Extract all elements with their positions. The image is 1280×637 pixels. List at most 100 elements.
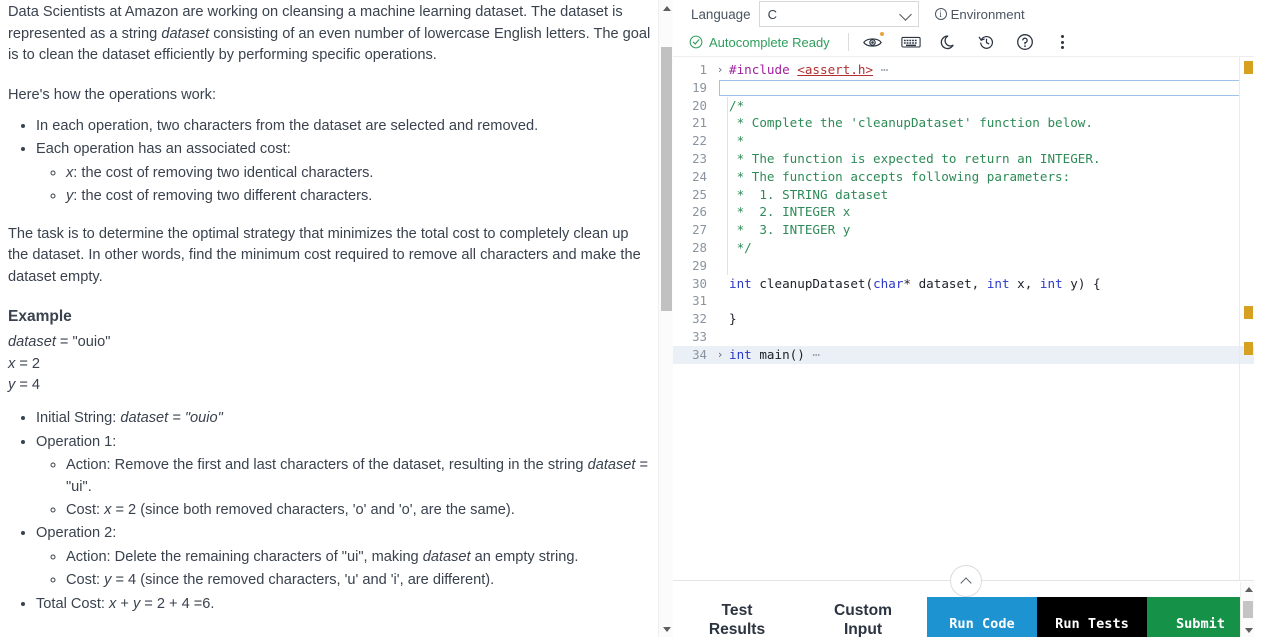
code-editor-panel: Language C i Environment Autocomplete Re… bbox=[673, 0, 1254, 637]
bottom-tab-group: Test Results Custom Input bbox=[674, 597, 926, 637]
tab-custom-input[interactable]: Custom Input bbox=[800, 597, 926, 637]
code-line[interactable]: 27 * 3. INTEGER y bbox=[673, 221, 1254, 239]
code-line[interactable]: 29 bbox=[673, 257, 1254, 275]
code-line[interactable]: 33 bbox=[673, 328, 1254, 346]
op1-cost-post: = 2 (since both removed characters, 'o' … bbox=[111, 501, 515, 518]
autocomplete-status: Autocomplete Ready bbox=[689, 35, 830, 50]
autocomplete-status-label: Autocomplete Ready bbox=[709, 34, 830, 50]
scrollbar-thumb[interactable] bbox=[661, 47, 672, 311]
code-line-text: int cleanupDataset(char* dataset, int x,… bbox=[729, 275, 1101, 291]
code-line-number: 23 bbox=[692, 150, 707, 166]
list-item: y: the cost of removing two different ch… bbox=[66, 186, 651, 207]
code-line[interactable]: 31 bbox=[673, 292, 1254, 310]
code-line[interactable]: 28 */ bbox=[673, 239, 1254, 257]
inline-code-input[interactable] bbox=[719, 79, 1240, 96]
cost-bullet-list: x: the cost of removing two identical ch… bbox=[36, 163, 651, 208]
fold-toggle-icon[interactable]: › bbox=[713, 346, 727, 364]
problem-panel-scrollbar[interactable] bbox=[658, 0, 673, 637]
code-line-text: } bbox=[729, 311, 737, 327]
language-select[interactable]: C bbox=[758, 1, 919, 27]
code-line[interactable]: 20 /* bbox=[673, 97, 1254, 115]
code-line[interactable]: 34 › int main() ⋯ bbox=[673, 345, 1254, 364]
code-line[interactable]: 19 bbox=[673, 79, 1254, 97]
overview-ruler[interactable] bbox=[1240, 57, 1254, 580]
bottom-panel-scrollbar[interactable] bbox=[1240, 582, 1254, 637]
list-item: Cost: x = 2 (since both removed characte… bbox=[66, 500, 651, 521]
list-item: Action: Delete the remaining characters … bbox=[66, 547, 651, 568]
run-tests-button[interactable]: Run Tests bbox=[1037, 597, 1147, 637]
ide-page: Data Scientists at Amazon are working on… bbox=[0, 0, 1280, 637]
scroll-up-arrow-icon[interactable] bbox=[1241, 582, 1256, 596]
code-line[interactable]: 1 › #include <assert.h> ⋯ bbox=[673, 61, 1254, 79]
example-eq-dataset: = "ouio" bbox=[55, 334, 111, 351]
code-line-number: 28 bbox=[692, 239, 707, 255]
example-heading: Example bbox=[8, 308, 72, 326]
help-icon[interactable] bbox=[1015, 32, 1035, 52]
code-line[interactable]: 32} bbox=[673, 310, 1254, 328]
code-line[interactable]: 24 * The function accepts following para… bbox=[673, 168, 1254, 186]
example-steps-list: Initial String: dataset = "ouio" Operati… bbox=[8, 408, 651, 615]
moon-icon[interactable] bbox=[939, 32, 959, 52]
code-line[interactable]: 22 * bbox=[673, 132, 1254, 150]
problem-intro-variable: dataset bbox=[161, 25, 210, 42]
scroll-up-arrow-icon[interactable] bbox=[659, 0, 673, 16]
list-item: Action: Remove the first and last charac… bbox=[66, 455, 651, 498]
problem-intro-paragraph: Data Scientists at Amazon are working on… bbox=[8, 2, 651, 67]
action-button-group: Run Code Run Tests Submit bbox=[927, 597, 1254, 637]
code-line-text: #include <assert.h> ⋯ bbox=[729, 62, 889, 77]
code-line[interactable]: 26 * 2. INTEGER x bbox=[673, 203, 1254, 221]
keyboard-icon[interactable] bbox=[901, 32, 921, 52]
eye-icon[interactable] bbox=[863, 32, 884, 52]
code-line[interactable]: 25 * 1. STRING dataset bbox=[673, 186, 1254, 204]
list-item: Total Cost: x + y = 2 + 4 =6. bbox=[36, 594, 651, 615]
collapse-panel-button[interactable] bbox=[950, 565, 982, 597]
scroll-down-arrow-icon[interactable] bbox=[1241, 623, 1256, 637]
initial-string-label: Initial String: bbox=[36, 410, 121, 427]
kebab-menu-icon[interactable] bbox=[1053, 32, 1073, 52]
code-line-number: 1 bbox=[699, 62, 707, 77]
code-editor-area[interactable]: 1 › #include <assert.h> ⋯ 19 20/* 21 * Comple… bbox=[673, 56, 1254, 580]
ruler-marker[interactable] bbox=[1244, 61, 1253, 74]
language-label: Language bbox=[691, 6, 751, 22]
code-line-text: * bbox=[729, 133, 745, 149]
code-line[interactable]: 30 int cleanupDataset(char* dataset, int … bbox=[673, 275, 1254, 293]
code-line-number: 33 bbox=[692, 328, 707, 344]
submit-button[interactable]: Submit bbox=[1147, 597, 1254, 637]
run-code-button[interactable]: Run Code bbox=[927, 597, 1037, 637]
list-item: In each operation, two characters from t… bbox=[36, 116, 651, 137]
operations-bullet-list: In each operation, two characters from t… bbox=[8, 116, 651, 208]
ruler-marker[interactable] bbox=[1244, 306, 1253, 319]
chevron-down-icon bbox=[898, 8, 912, 21]
code-line[interactable]: 21 * Complete the 'cleanupDataset' funct… bbox=[673, 114, 1254, 132]
code-line-text: * The function accepts following paramet… bbox=[729, 168, 1071, 184]
scrollbar-thumb[interactable] bbox=[1243, 601, 1253, 618]
editor-bottom-bar: Test Results Custom Input Run Code Run T… bbox=[673, 565, 1254, 637]
ruler-marker[interactable] bbox=[1244, 342, 1253, 355]
code-line[interactable]: 23 * The function is expected to return … bbox=[673, 150, 1254, 168]
operation-bullet-text: In each operation, two characters from t… bbox=[36, 118, 539, 134]
toolbar-icon-group bbox=[863, 32, 1073, 52]
info-icon: i bbox=[934, 8, 947, 20]
operation-2-details: Action: Delete the remaining characters … bbox=[36, 547, 651, 592]
example-x-value: x = 2 bbox=[8, 354, 651, 374]
code-lines[interactable]: 1 › #include <assert.h> ⋯ 19 20/* 21 * Comple… bbox=[673, 57, 1254, 364]
total-cost-value: = 2 + 4 =6. bbox=[140, 595, 215, 612]
op2-cost-pre: Cost: bbox=[66, 572, 105, 589]
language-selected-value: C bbox=[767, 6, 777, 22]
scroll-down-arrow-icon[interactable] bbox=[659, 621, 673, 637]
code-line-text: int main() ⋯ bbox=[729, 346, 820, 362]
fold-toggle-icon[interactable]: › bbox=[713, 61, 727, 79]
tab-test-results[interactable]: Test Results bbox=[674, 597, 800, 637]
problem-statement-panel: Data Scientists at Amazon are working on… bbox=[0, 0, 673, 637]
cost-text-x: : the cost of removing two identical cha… bbox=[73, 164, 374, 181]
tab-test-results-line1: Test bbox=[721, 602, 753, 619]
example-var-dataset: dataset bbox=[8, 334, 56, 351]
code-line-number: 24 bbox=[692, 168, 707, 184]
history-icon[interactable] bbox=[977, 32, 997, 52]
tab-custom-input-line2: Input bbox=[843, 621, 883, 637]
code-line-number: 22 bbox=[692, 133, 707, 149]
environment-link[interactable]: i Environment bbox=[934, 7, 1025, 22]
operations-heading: Here's how the operations work: bbox=[8, 86, 217, 103]
list-item: Each operation has an associated cost: x… bbox=[36, 139, 651, 207]
